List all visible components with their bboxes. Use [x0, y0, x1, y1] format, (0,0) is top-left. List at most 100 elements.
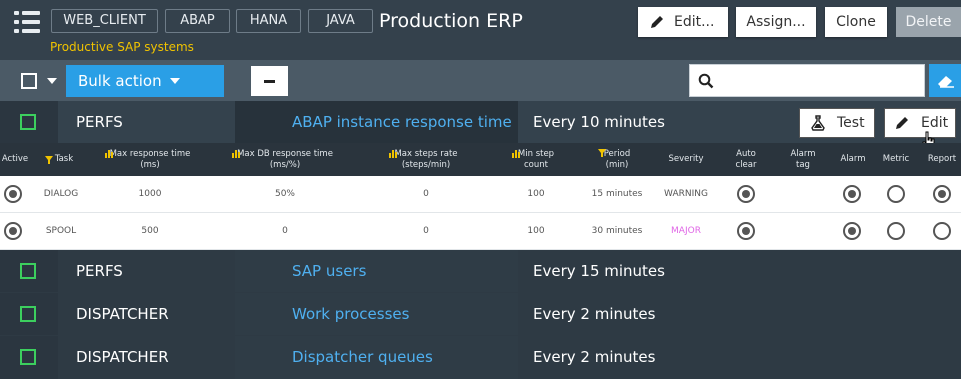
delete-button[interactable]: Delete: [896, 7, 961, 37]
bar-chart-icon: [105, 150, 113, 158]
col-task[interactable]: Task: [38, 143, 80, 176]
search-icon: [698, 73, 714, 89]
cell-period: 15 minutes: [591, 189, 643, 199]
metric-radio[interactable]: [887, 185, 905, 203]
search-box[interactable]: [689, 64, 925, 97]
col-task-label: Task: [54, 154, 74, 164]
page-subtitle: Productive SAP systems: [50, 40, 194, 54]
bar-chart-icon: [512, 150, 520, 158]
row-checkbox[interactable]: [20, 114, 36, 130]
monitor-schedule: Every 2 minutes: [533, 348, 656, 366]
pencil-icon: [896, 117, 908, 129]
cell-task: DIALOG: [43, 189, 79, 199]
alarm-radio[interactable]: [843, 222, 861, 240]
monitor-schedule: Every 15 minutes: [533, 262, 665, 280]
cell-min-step: 100: [527, 189, 545, 199]
monitor-name-link[interactable]: ABAP instance response time: [292, 101, 512, 143]
row-checkbox[interactable]: [20, 349, 36, 365]
metric-radio[interactable]: [887, 222, 905, 240]
tag-abap[interactable]: ABAP: [165, 9, 230, 33]
cell-min-step: 100: [527, 226, 545, 236]
caret-down-icon[interactable]: [46, 77, 58, 85]
edit-system-button[interactable]: Edit...: [638, 7, 728, 37]
select-all-checkbox[interactable]: [21, 73, 37, 89]
menu-icon[interactable]: [14, 11, 40, 33]
filter-icon: [44, 155, 53, 164]
row-checkbox[interactable]: [20, 263, 36, 279]
col-max-response-time[interactable]: Max response time (ms): [100, 143, 200, 176]
row-checkbox[interactable]: [20, 306, 36, 322]
pencil-icon: [651, 16, 663, 28]
monitor-name-link[interactable]: SAP users: [292, 250, 366, 292]
caret-down-icon: [170, 78, 180, 84]
clear-filter-button[interactable]: [929, 64, 961, 97]
tag-hana[interactable]: HANA: [236, 9, 301, 33]
cell-max-response: 1000: [138, 189, 162, 199]
tag-java[interactable]: JAVA: [308, 9, 373, 33]
col-severity: Severity: [668, 154, 704, 164]
page-title: Production ERP: [379, 10, 523, 32]
bar-chart-icon: [232, 150, 240, 158]
cell-task: SPOOL: [45, 226, 77, 236]
assign-button[interactable]: Assign...: [736, 7, 816, 37]
cell-max-db: 50%: [274, 189, 295, 199]
col-report: Report: [927, 154, 957, 164]
monitor-row[interactable]: PERFS SAP users Every 15 minutes: [0, 250, 961, 292]
monitor-row[interactable]: PERFS ABAP instance response time Every …: [0, 101, 961, 151]
col-max-db-response-time[interactable]: Max DB response time (ms/%): [228, 143, 342, 176]
report-radio[interactable]: [933, 222, 951, 240]
col-max-db-line2: (ms/%): [269, 159, 301, 170]
col-alarm-tag-line2: tag: [796, 159, 810, 170]
cell-max-steps: 0: [423, 226, 429, 236]
app-header: WEB_CLIENT ABAP HANA JAVA Production ERP…: [0, 0, 961, 60]
minus-icon: [264, 80, 275, 83]
monitor-schedule: Every 2 minutes: [533, 305, 656, 323]
col-max-steps-rate[interactable]: Max steps rate (steps/min): [386, 143, 466, 176]
col-min-step-count[interactable]: Min step count: [507, 143, 565, 176]
col-alarm-tag: Alarm tag: [782, 143, 824, 176]
monitor-schedule: Every 10 minutes: [533, 113, 665, 131]
bulk-action-label: Bulk action: [78, 72, 162, 90]
edit-monitor-button[interactable]: Edit: [884, 108, 956, 138]
cell-severity: WARNING: [664, 189, 708, 199]
col-auto-clear-line1: Auto: [736, 148, 756, 159]
cell-max-steps: 0: [423, 189, 429, 199]
monitor-row[interactable]: DISPATCHER Work processes Every 2 minute…: [0, 293, 961, 335]
filter-icon: [598, 149, 606, 157]
active-radio[interactable]: [4, 185, 22, 203]
col-period[interactable]: Period (min): [592, 143, 642, 176]
cell-max-response: 500: [141, 226, 159, 236]
auto-clear-radio[interactable]: [737, 185, 755, 203]
col-alarm-tag-line1: Alarm: [790, 148, 816, 159]
monitor-name-link[interactable]: Dispatcher queues: [292, 336, 433, 378]
report-radio[interactable]: [933, 185, 951, 203]
monitor-name-link[interactable]: Work processes: [292, 293, 409, 335]
col-max-steps-line1: Max steps rate: [394, 148, 458, 159]
thresholds-table-header: Active Task Max response time (ms) Max DB…: [0, 143, 961, 176]
active-radio[interactable]: [4, 222, 22, 240]
col-active: Active: [1, 154, 29, 164]
col-auto-clear-line2: clear: [735, 159, 757, 170]
clone-button[interactable]: Clone: [825, 7, 887, 37]
col-min-step-line2: count: [524, 159, 548, 170]
col-min-step-line1: Min step: [517, 148, 555, 159]
col-auto-clear: Auto clear: [726, 143, 766, 176]
alarm-radio[interactable]: [843, 185, 861, 203]
collapse-all-button[interactable]: [251, 66, 288, 96]
tag-web-client[interactable]: WEB_CLIENT: [51, 9, 158, 33]
test-button[interactable]: Test: [799, 108, 875, 138]
col-period-line2: (min): [605, 159, 629, 170]
edit-system-label: Edit...: [674, 14, 715, 30]
auto-clear-radio[interactable]: [737, 222, 755, 240]
bulk-action-button[interactable]: Bulk action: [66, 65, 224, 97]
monitor-row[interactable]: DISPATCHER Dispatcher queues Every 2 min…: [0, 336, 961, 379]
monitor-type: DISPATCHER: [76, 348, 169, 366]
monitor-type: PERFS: [76, 113, 123, 131]
cell-max-db: 0: [282, 226, 288, 236]
col-metric: Metric: [882, 154, 910, 164]
table-row: SPOOL 500 0 0 100 30 minutes MAJOR: [0, 213, 961, 250]
test-button-label: Test: [837, 115, 865, 131]
col-max-response-line2: (ms): [140, 159, 160, 170]
col-max-response-line1: Max response time: [109, 148, 191, 159]
monitor-type: DISPATCHER: [76, 305, 169, 323]
